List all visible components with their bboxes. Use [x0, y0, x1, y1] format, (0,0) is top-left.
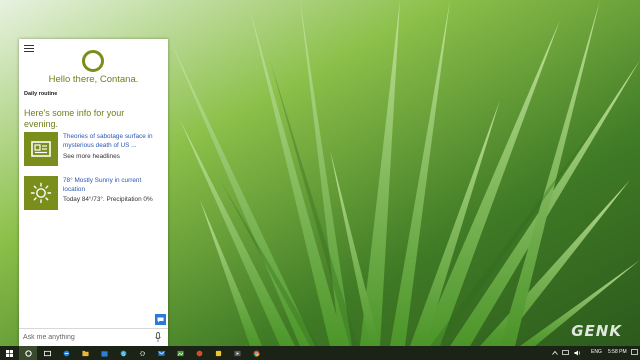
media-player-button[interactable]: [228, 346, 246, 360]
search-input[interactable]: [23, 331, 148, 344]
info-title: Here's some info for your evening.: [24, 108, 125, 129]
see-more-headlines[interactable]: See more headlines: [63, 153, 120, 160]
network-icon[interactable]: [562, 350, 569, 356]
skype-button[interactable]: S: [114, 346, 132, 360]
explorer-button[interactable]: [76, 346, 94, 360]
mail-icon: [157, 350, 165, 356]
cortana-greeting: Hello there, Contana.: [48, 74, 139, 85]
svg-text:S: S: [121, 351, 124, 357]
task-view-icon: [43, 350, 51, 356]
settings-button[interactable]: [133, 346, 151, 360]
news-icon: [24, 132, 58, 166]
edge-button[interactable]: [57, 346, 75, 360]
photos-button[interactable]: [171, 346, 189, 360]
edge-icon: [63, 350, 69, 356]
app-icon: [215, 350, 221, 356]
media-icon: [196, 350, 202, 356]
cortana-search-bar[interactable]: [19, 328, 168, 346]
feedback-icon[interactable]: [155, 314, 166, 325]
weather-headline-link[interactable]: 78° Mostly Sunny in current location: [63, 176, 163, 194]
cortana-panel: Hello there, Contana. Daily routine Here…: [19, 39, 168, 346]
task-view-button[interactable]: [38, 346, 56, 360]
sun-icon: [24, 176, 58, 210]
weather-forecast: Today 84°/73°. Precipitation 0%: [63, 196, 153, 203]
settings-icon: [139, 350, 145, 356]
volume-icon[interactable]: [574, 350, 581, 356]
store-icon: [100, 350, 108, 357]
chrome-icon: [252, 350, 259, 357]
explorer-icon: [81, 350, 89, 356]
taskbar: S ENG 5:58 PM: [0, 346, 640, 360]
chrome-button[interactable]: [247, 346, 265, 360]
cortana-ring-icon: [82, 50, 104, 72]
section-label: Daily routine: [24, 91, 58, 97]
news-headline-link[interactable]: Theories of sabotage surface in mysterio…: [63, 132, 163, 150]
microphone-icon[interactable]: [155, 332, 161, 343]
photos-icon: [176, 350, 184, 356]
weather-card[interactable]: 78° Mostly Sunny in current location Tod…: [24, 176, 164, 212]
start-icon: [5, 349, 13, 357]
chevron-up-icon[interactable]: [552, 350, 558, 356]
media-player-icon: [233, 350, 241, 356]
start-button[interactable]: [0, 346, 18, 360]
language-indicator[interactable]: ENG: [591, 349, 602, 355]
cortana-icon: [24, 349, 32, 357]
media-button[interactable]: [190, 346, 208, 360]
mail-button[interactable]: [152, 346, 170, 360]
store-button[interactable]: [95, 346, 113, 360]
hamburger-menu-icon[interactable]: [24, 45, 34, 53]
watermark-logo: GENK: [571, 322, 622, 340]
skype-icon: S: [120, 350, 126, 357]
cortana-taskbar-button[interactable]: [19, 346, 37, 360]
news-card[interactable]: Theories of sabotage surface in mysterio…: [24, 132, 164, 168]
app-button[interactable]: [209, 346, 227, 360]
notifications-icon[interactable]: [631, 349, 638, 356]
clock[interactable]: 5:58 PM: [608, 349, 627, 355]
